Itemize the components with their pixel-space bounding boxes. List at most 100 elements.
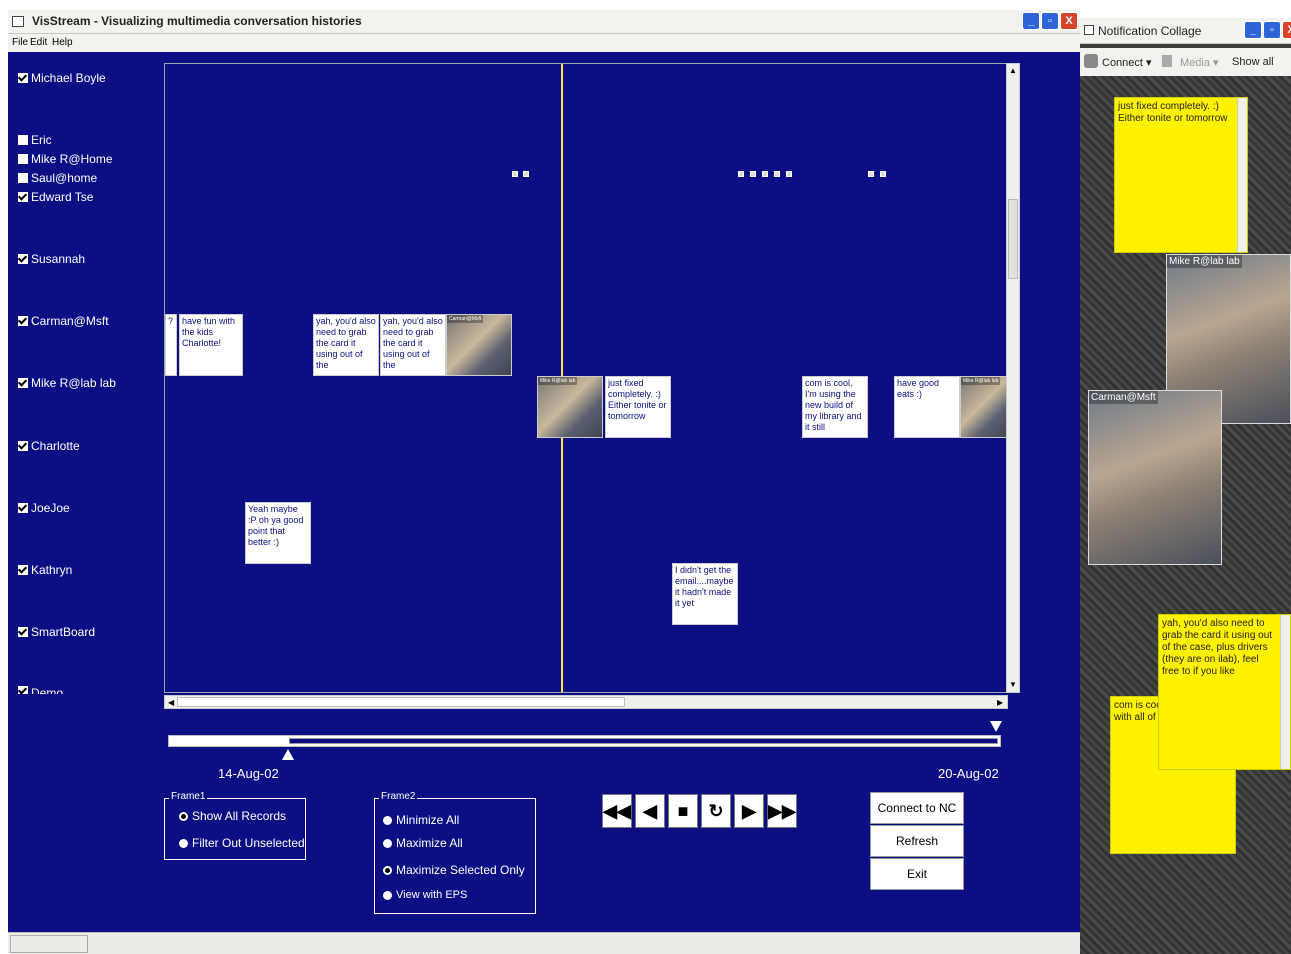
- person-saul-home[interactable]: Saul@home: [18, 170, 97, 186]
- checkbox[interactable]: [18, 565, 28, 575]
- visstream-window: VisStream - Visualizing multimedia conve…: [8, 10, 1080, 954]
- minimize-button[interactable]: _: [1022, 12, 1040, 30]
- event-marker[interactable]: [774, 171, 780, 177]
- scroll-up-icon[interactable]: ▲: [1009, 66, 1017, 75]
- message-card[interactable]: Yeah maybe :P oh ya good point that bett…: [245, 502, 311, 564]
- checkbox[interactable]: [18, 173, 28, 183]
- event-marker[interactable]: [750, 171, 756, 177]
- person-edward-tse[interactable]: Edward Tse: [18, 189, 93, 205]
- person-joejoe[interactable]: JoeJoe: [18, 500, 70, 516]
- message-card[interactable]: com is cool, I'm using the new build of …: [802, 376, 868, 438]
- sticky-scrollbar[interactable]: [1237, 98, 1247, 252]
- connect-to-nc-button[interactable]: Connect to NC: [870, 792, 964, 824]
- person-smartboard[interactable]: SmartBoard: [18, 624, 95, 640]
- message-card[interactable]: ?: [165, 314, 177, 376]
- sticky-text: yah, you'd also need to grab the card it…: [1162, 618, 1273, 677]
- radio-view-with-eps[interactable]: View with EPS: [383, 889, 467, 901]
- menu-help[interactable]: Help: [52, 37, 73, 48]
- step-back-button[interactable]: ◀: [635, 794, 665, 828]
- nc-minimize-button[interactable]: _: [1244, 21, 1262, 39]
- person-carman-msft[interactable]: Carman@Msft: [18, 313, 109, 329]
- video-thumbnail[interactable]: Mike R@lab lab: [960, 376, 1007, 438]
- checkbox[interactable]: [18, 154, 28, 164]
- message-card[interactable]: have fun with the kids Charlotte!: [179, 314, 243, 376]
- scroll-thumb[interactable]: [1008, 199, 1018, 279]
- sticky-note[interactable]: just fixed completely. :) Either tonite …: [1114, 97, 1248, 253]
- menu-edit[interactable]: Edit: [30, 37, 47, 48]
- message-card[interactable]: just fixed completely. :) Either tonite …: [605, 376, 671, 438]
- checkbox[interactable]: [18, 503, 28, 513]
- event-marker[interactable]: [868, 171, 874, 177]
- checkbox[interactable]: [18, 441, 28, 451]
- nc-connect-menu[interactable]: Connect ▾: [1102, 56, 1152, 69]
- nc-close-button[interactable]: X: [1282, 21, 1291, 39]
- rewind-button[interactable]: ◀◀: [602, 794, 632, 828]
- person-charlotte[interactable]: Charlotte: [18, 438, 80, 454]
- vertical-scrollbar[interactable]: ▲ ▼: [1006, 63, 1020, 693]
- person-susannah[interactable]: Susannah: [18, 251, 85, 267]
- checkbox[interactable]: [18, 686, 28, 694]
- checkbox[interactable]: [18, 316, 28, 326]
- radio-filter-out-unselected[interactable]: Filter Out Unselected: [179, 836, 305, 850]
- scroll-down-icon[interactable]: ▼: [1009, 680, 1017, 689]
- radio-dot[interactable]: [383, 890, 392, 900]
- radio-dot[interactable]: [383, 838, 392, 848]
- event-marker[interactable]: [512, 171, 518, 177]
- scroll-right-icon[interactable]: ▶: [997, 698, 1003, 707]
- person-mike-r-home[interactable]: Mike R@Home: [18, 151, 113, 167]
- checkbox[interactable]: [18, 192, 28, 202]
- close-button[interactable]: X: [1060, 12, 1078, 30]
- scroll-thumb[interactable]: [177, 697, 625, 707]
- radio-maximize-selected-only[interactable]: Maximize Selected Only: [383, 863, 525, 877]
- message-card[interactable]: have good eats :): [894, 376, 960, 438]
- nc-maximize-button[interactable]: ▫: [1263, 21, 1281, 39]
- checkbox[interactable]: [18, 73, 28, 83]
- radio-show-all-records[interactable]: Show All Records: [179, 809, 286, 823]
- checkbox[interactable]: [18, 627, 28, 637]
- range-end-handle[interactable]: [990, 721, 1002, 732]
- video-thumbnail[interactable]: Mike R@lab lab: [537, 376, 603, 438]
- checkbox[interactable]: [18, 135, 28, 145]
- event-marker[interactable]: [738, 171, 744, 177]
- nc-media-menu[interactable]: Media ▾: [1180, 56, 1219, 69]
- radio-minimize-all[interactable]: Minimize All: [383, 813, 459, 827]
- person-michael-boyle[interactable]: Michael Boyle: [18, 70, 106, 86]
- fast-forward-button[interactable]: ▶▶: [767, 794, 797, 828]
- app-icon: [12, 16, 24, 27]
- event-marker[interactable]: [762, 171, 768, 177]
- menu-file[interactable]: File: [12, 37, 28, 48]
- sticky-scrollbar[interactable]: [1280, 615, 1290, 769]
- message-card[interactable]: yah, you'd also need to grab the card it…: [313, 314, 379, 376]
- radio-dot[interactable]: [179, 838, 188, 848]
- checkbox[interactable]: [18, 378, 28, 388]
- event-marker[interactable]: [786, 171, 792, 177]
- event-marker[interactable]: [523, 171, 529, 177]
- person-kathryn[interactable]: Kathryn: [18, 562, 72, 578]
- stop-button[interactable]: ■: [668, 794, 698, 828]
- exit-button[interactable]: Exit: [870, 858, 964, 890]
- date-range-slider[interactable]: [168, 735, 1001, 747]
- scroll-left-icon[interactable]: ◀: [168, 698, 174, 707]
- video-snapshot[interactable]: Carman@Msft: [1088, 390, 1222, 565]
- radio-dot[interactable]: [179, 811, 188, 821]
- horizontal-scrollbar[interactable]: ◀ ▶: [164, 695, 1008, 709]
- radio-maximize-all[interactable]: Maximize All: [383, 836, 463, 850]
- message-card[interactable]: yah, you'd also need to grab the card it…: [380, 314, 446, 376]
- play-button[interactable]: ▶: [734, 794, 764, 828]
- loop-button[interactable]: ↻: [701, 794, 731, 828]
- restore-button[interactable]: ▫: [1041, 12, 1059, 30]
- range-start-handle[interactable]: [282, 749, 294, 760]
- person-mike-r-lab[interactable]: Mike R@lab lab: [18, 375, 116, 391]
- radio-dot[interactable]: [383, 865, 392, 875]
- person-demo[interactable]: Demo: [18, 686, 63, 694]
- refresh-button[interactable]: Refresh: [870, 825, 964, 857]
- checkbox[interactable]: [18, 254, 28, 264]
- person-eric[interactable]: Eric: [18, 132, 52, 148]
- event-marker[interactable]: [880, 171, 886, 177]
- radio-dot[interactable]: [383, 815, 392, 825]
- message-card[interactable]: I didn't get the email....maybe it hadn'…: [672, 563, 738, 625]
- timeline-canvas[interactable]: ? have fun with the kids Charlotte! yah,…: [164, 63, 1008, 693]
- video-thumbnail[interactable]: Carman@Msft: [446, 314, 512, 376]
- nc-show-all-button[interactable]: Show all: [1232, 56, 1274, 68]
- sticky-note[interactable]: yah, you'd also need to grab the card it…: [1158, 614, 1291, 770]
